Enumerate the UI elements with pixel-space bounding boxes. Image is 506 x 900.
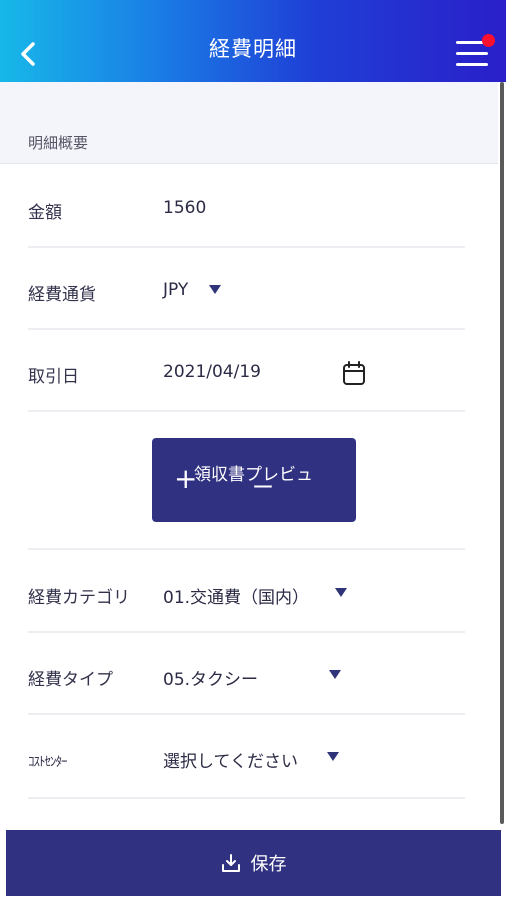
save-label: 保存 — [250, 854, 287, 875]
caret-down-icon[interactable] — [327, 752, 339, 761]
section-title: 明細概要 — [28, 134, 89, 152]
hamburger-menu-bar — [456, 52, 488, 55]
category-label: 経費カテゴリ — [28, 588, 130, 608]
amount-label: 金額 — [28, 203, 62, 223]
type-label: 経費タイプ — [28, 670, 113, 690]
type-row[interactable]: 経費タイプ 05.タクシー — [28, 633, 465, 715]
minus-icon: ー — [252, 476, 275, 501]
section-header: 明細概要 — [0, 82, 498, 164]
type-select[interactable]: 05.タクシー — [163, 665, 258, 690]
cost-center-row[interactable]: ｺｽﾄｾﾝﾀｰ 選択してください — [28, 715, 465, 797]
caret-down-icon[interactable] — [209, 285, 221, 294]
download-icon — [221, 854, 240, 872]
receipt-preview-button[interactable]: + 領収書プレビュ ー — [152, 438, 356, 522]
currency-row[interactable]: 経費通貨 JPY — [28, 248, 465, 330]
divider — [28, 797, 465, 829]
save-button[interactable]: 保存 — [6, 830, 501, 896]
amount-row[interactable]: 金額 1560 — [28, 166, 465, 248]
menu-button[interactable] — [454, 34, 495, 72]
currency-label: 経費通貨 — [28, 285, 96, 305]
app-header: 経費明細 — [0, 0, 506, 82]
receipt-preview-area: + 領収書プレビュ ー — [28, 412, 465, 550]
amount-value[interactable]: 1560 — [163, 198, 206, 218]
back-button[interactable] — [16, 39, 40, 69]
cost-center-select[interactable]: 選択してください — [163, 747, 298, 772]
chevron-left-icon — [21, 42, 35, 66]
date-value[interactable]: 2021/04/19 — [163, 362, 261, 382]
notification-dot — [482, 34, 495, 47]
caret-down-icon[interactable] — [329, 670, 341, 679]
category-row[interactable]: 経費カテゴリ 01.交通費（国内） — [28, 551, 465, 633]
category-select[interactable]: 01.交通費（国内） — [163, 583, 309, 608]
date-row[interactable]: 取引日 2021/04/19 — [28, 330, 465, 412]
calendar-icon[interactable] — [342, 360, 366, 386]
date-label: 取引日 — [28, 367, 79, 387]
caret-down-icon[interactable] — [335, 588, 347, 597]
scrollbar-thumb[interactable] — [500, 82, 504, 824]
cost-center-label: ｺｽﾄｾﾝﾀｰ — [28, 755, 67, 770]
page-title: 経費明細 — [209, 37, 297, 61]
hamburger-menu-bar — [456, 63, 488, 66]
currency-select[interactable]: JPY — [163, 280, 188, 300]
